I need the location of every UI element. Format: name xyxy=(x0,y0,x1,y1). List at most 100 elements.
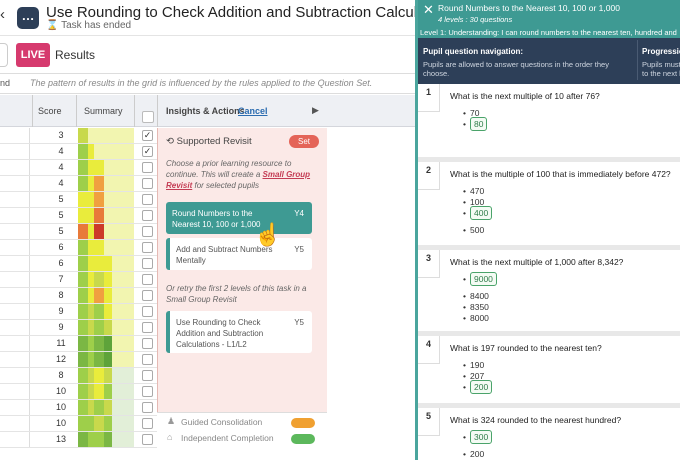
tab-bar: LIVE Results xyxy=(0,36,415,74)
table-row[interactable]: 10 xyxy=(0,384,158,400)
question-card[interactable]: 2 What is the multiple of 100 that is imm… xyxy=(418,162,680,250)
select-all-checkbox[interactable] xyxy=(142,111,154,123)
summary-cell xyxy=(78,336,88,351)
pupil-name-cell[interactable] xyxy=(0,400,30,415)
pupil-name-cell[interactable] xyxy=(0,352,30,367)
row-checkbox[interactable] xyxy=(142,226,153,237)
row-checkbox[interactable] xyxy=(142,338,153,349)
pupil-name-cell[interactable] xyxy=(0,368,30,383)
pupil-name-cell[interactable] xyxy=(0,224,30,239)
table-row[interactable]: 3 ✓ xyxy=(0,128,158,144)
row-checkbox[interactable] xyxy=(142,354,153,365)
row-checkbox[interactable] xyxy=(142,258,153,269)
table-row[interactable]: 5 xyxy=(0,224,158,240)
row-checkbox[interactable] xyxy=(142,194,153,205)
question-text: What is 324 rounded to the nearest hundr… xyxy=(450,415,622,425)
score-cell: 8 xyxy=(58,290,64,300)
table-row[interactable]: 10 xyxy=(0,400,158,416)
row-checkbox[interactable] xyxy=(142,290,153,301)
row-checkbox[interactable] xyxy=(142,402,153,413)
summary-cell xyxy=(104,336,112,351)
table-row[interactable]: 9 xyxy=(0,320,158,336)
table-row[interactable]: 5 xyxy=(0,208,158,224)
tab-previous[interactable] xyxy=(0,43,8,67)
cancel-link[interactable]: Cancel xyxy=(238,106,268,116)
pupil-name-cell[interactable] xyxy=(0,336,30,351)
row-checkbox[interactable]: ✓ xyxy=(142,146,153,157)
pupil-name-cell[interactable] xyxy=(0,288,30,303)
pupil-name-cell[interactable] xyxy=(0,304,30,319)
set-button[interactable]: Set xyxy=(289,135,319,148)
pupil-name-cell[interactable] xyxy=(0,128,30,143)
summary-cell xyxy=(78,432,88,447)
resource-tile-retry-levels[interactable]: Use Rounding to Check Addition and Subtr… xyxy=(166,311,312,353)
resource-tile-add-subtract[interactable]: Add and Subtract Numbers Mentally Y5 xyxy=(166,238,312,270)
table-row[interactable]: 6 xyxy=(0,256,158,272)
table-row[interactable]: 5 xyxy=(0,192,158,208)
row-checkbox[interactable] xyxy=(142,162,153,173)
close-icon[interactable]: ✕ xyxy=(423,2,434,18)
note-prefix: nd xyxy=(0,78,11,88)
pupil-name-cell[interactable] xyxy=(0,272,30,287)
table-row[interactable]: 9 xyxy=(0,304,158,320)
task-status-label: Task has ended xyxy=(61,20,132,31)
question-number: 5 xyxy=(418,408,440,436)
summary-cell xyxy=(104,288,112,303)
summary-cell xyxy=(94,160,104,175)
pupil-name-cell[interactable] xyxy=(0,176,30,191)
row-checkbox[interactable] xyxy=(142,386,153,397)
pupil-name-cell[interactable] xyxy=(0,432,30,447)
table-row[interactable]: 6 xyxy=(0,240,158,256)
row-checkbox[interactable]: ✓ xyxy=(142,130,153,141)
table-row[interactable]: 13 xyxy=(0,432,158,448)
menu-icon[interactable]: … xyxy=(17,7,39,29)
table-row[interactable]: 12 xyxy=(0,352,158,368)
row-checkbox[interactable] xyxy=(142,322,153,333)
revisit-description: Choose a prior learning resource to cont… xyxy=(166,158,316,191)
pupil-name-cell[interactable] xyxy=(0,320,30,335)
table-row[interactable]: 4 ✓ xyxy=(0,144,158,160)
row-checkbox[interactable] xyxy=(142,210,153,221)
row-checkbox[interactable] xyxy=(142,306,153,317)
score-column-header[interactable]: Score xyxy=(38,106,62,116)
pupil-name-cell[interactable] xyxy=(0,240,30,255)
live-button[interactable]: LIVE xyxy=(16,43,50,67)
table-row[interactable]: 4 xyxy=(0,176,158,192)
pupil-name-cell[interactable] xyxy=(0,208,30,223)
back-arrow-icon[interactable]: ‹ xyxy=(0,6,8,26)
tab-results[interactable]: Results xyxy=(55,48,95,62)
pupil-name-cell[interactable] xyxy=(0,192,30,207)
question-card[interactable]: 4 What is 197 rounded to the nearest ten?… xyxy=(418,336,680,408)
question-card[interactable]: 1 What is the next multiple of 10 after 7… xyxy=(418,84,680,162)
summary-column-header[interactable]: Summary xyxy=(84,106,123,116)
chevron-right-icon[interactable]: ▶ xyxy=(312,105,319,116)
pupil-name-cell[interactable] xyxy=(0,144,30,159)
row-checkbox[interactable] xyxy=(142,418,153,429)
summary-cell xyxy=(112,208,122,223)
pupil-name-cell[interactable] xyxy=(0,256,30,271)
table-row[interactable]: 10 xyxy=(0,416,158,432)
summary-cell xyxy=(104,352,112,367)
summary-cell xyxy=(104,432,112,447)
question-card[interactable]: 3 What is the next multiple of 1,000 afte… xyxy=(418,250,680,336)
table-row[interactable]: 7 xyxy=(0,272,158,288)
resource-tile-round-numbers[interactable]: Round Numbers to the Nearest 10, 100 or … xyxy=(166,202,312,234)
tile-title: Use Rounding to Check Addition and Subtr… xyxy=(176,318,264,349)
pupil-name-cell[interactable] xyxy=(0,416,30,431)
question-card[interactable]: 5 What is 324 rounded to the nearest hund… xyxy=(418,408,680,460)
guided-consolidation-toggle[interactable] xyxy=(291,418,315,428)
independent-completion-toggle[interactable] xyxy=(291,434,315,444)
row-checkbox[interactable] xyxy=(142,434,153,445)
row-checkbox[interactable] xyxy=(142,274,153,285)
summary-cell xyxy=(94,240,104,255)
table-row[interactable]: 8 xyxy=(0,288,158,304)
row-checkbox[interactable] xyxy=(142,370,153,381)
pupil-name-cell[interactable] xyxy=(0,384,30,399)
summary-cell xyxy=(112,320,122,335)
pupil-name-cell[interactable] xyxy=(0,160,30,175)
table-row[interactable]: 11 xyxy=(0,336,158,352)
row-checkbox[interactable] xyxy=(142,178,153,189)
row-checkbox[interactable] xyxy=(142,242,153,253)
table-row[interactable]: 4 xyxy=(0,160,158,176)
table-row[interactable]: 8 xyxy=(0,368,158,384)
